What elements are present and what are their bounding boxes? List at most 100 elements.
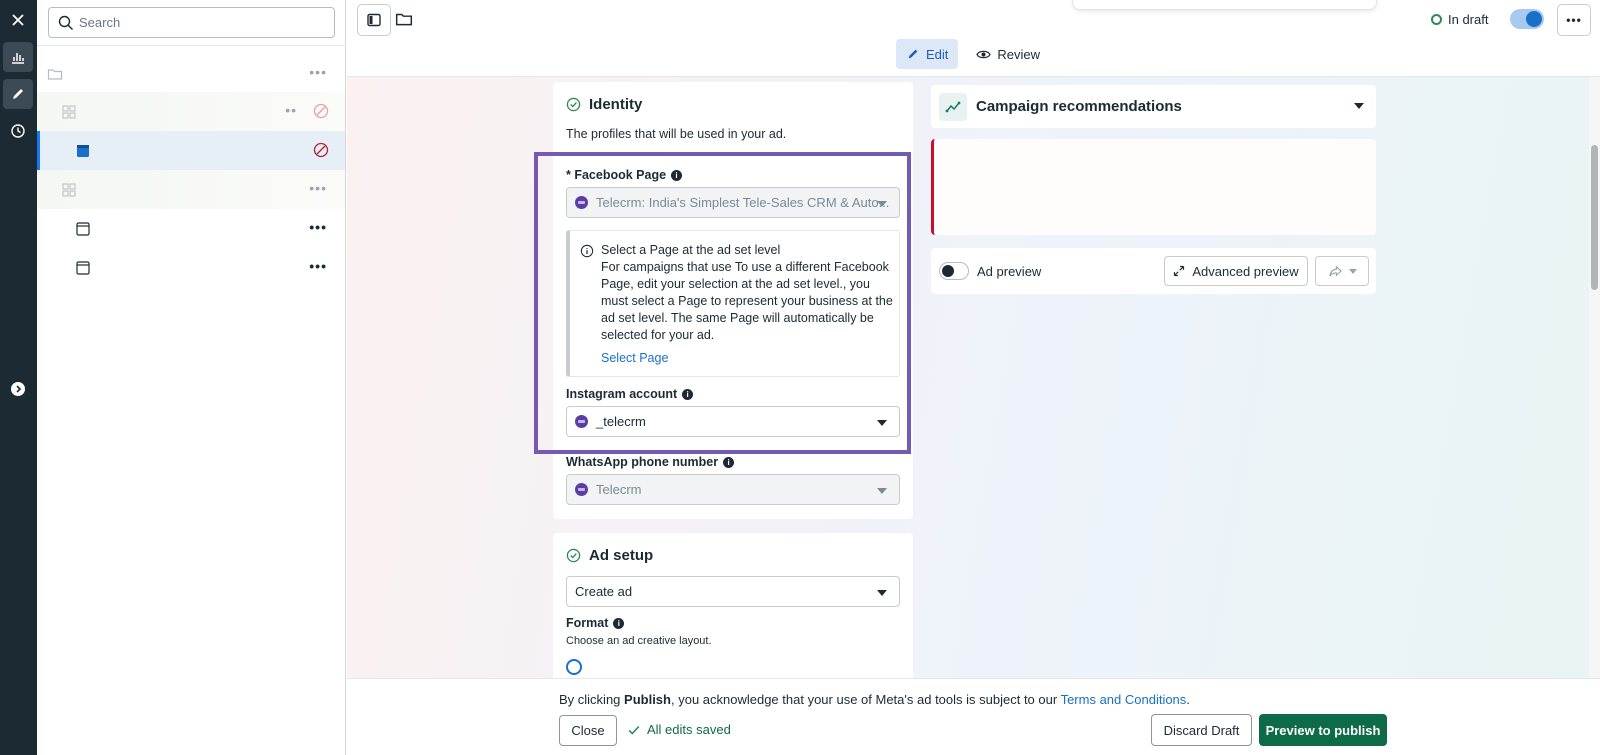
tree-row-adset[interactable]: •• bbox=[37, 92, 345, 131]
more-options-icon[interactable]: ••• bbox=[309, 181, 327, 195]
edit-mode-button[interactable] bbox=[3, 79, 33, 109]
canvas-scrollbar[interactable] bbox=[1589, 77, 1600, 678]
info-outline-icon bbox=[580, 244, 594, 258]
tree-row-adset-2[interactable]: ••• bbox=[37, 170, 345, 209]
facebook-page-label-text: * Facebook Page bbox=[566, 168, 667, 182]
campaign-on-off-toggle[interactable] bbox=[1510, 9, 1544, 29]
whatsapp-number-select[interactable]: Telecrm bbox=[566, 474, 900, 505]
notice-body: For campaigns that use To use a differen… bbox=[601, 260, 893, 342]
eye-icon bbox=[976, 50, 992, 58]
tree-row-ad-2[interactable]: ••• bbox=[37, 209, 345, 248]
terms-bold: Publish bbox=[624, 692, 671, 707]
campaign-tree-panel: Search ••• •• ••• ••• ••• bbox=[37, 0, 346, 755]
instagram-account-value: _telecrm bbox=[596, 414, 646, 429]
chevron-down-icon bbox=[1348, 268, 1357, 274]
close-label: Close bbox=[571, 723, 605, 738]
folder-icon[interactable] bbox=[395, 10, 413, 28]
footer-bar: By clicking Publish, you acknowledge tha… bbox=[347, 678, 1600, 755]
tree-row-ad-selected[interactable] bbox=[37, 131, 345, 170]
expand-panel-button[interactable] bbox=[3, 374, 33, 404]
whatsapp-number-label: WhatsApp phone number i bbox=[566, 455, 735, 469]
close-icon bbox=[12, 14, 24, 26]
popup-edge bbox=[1072, 0, 1377, 10]
facebook-page-value: Telecrm: India's Simplest Tele-Sales CRM… bbox=[596, 195, 890, 210]
format-label: Format i bbox=[566, 616, 625, 630]
more-options-icon[interactable]: ••• bbox=[309, 220, 327, 234]
toggle-sidebar-button[interactable] bbox=[357, 4, 391, 36]
instagram-account-select[interactable]: _telecrm bbox=[566, 406, 900, 437]
chevron-right-icon bbox=[11, 382, 25, 396]
chevron-down-icon bbox=[1354, 103, 1364, 109]
ad-preview-toggle[interactable] bbox=[939, 262, 969, 280]
whatsapp-number-value: Telecrm bbox=[596, 482, 642, 497]
publish-label: Preview to publish bbox=[1265, 722, 1381, 738]
notice-text: Select a Page at the ad set level For ca… bbox=[601, 242, 896, 367]
identity-title-text: Identity bbox=[589, 96, 643, 113]
identity-subtitle: The profiles that will be used in your a… bbox=[566, 127, 787, 141]
toggle-knob bbox=[1526, 11, 1542, 27]
chevron-down-icon bbox=[877, 420, 887, 426]
tab-review[interactable]: Review bbox=[966, 39, 1050, 69]
more-options-icon[interactable]: ••• bbox=[309, 259, 327, 273]
facebook-page-select[interactable]: Telecrm: India's Simplest Tele-Sales CRM… bbox=[566, 187, 900, 218]
ad-outline-icon bbox=[76, 261, 90, 275]
ad-setup-title: Ad setup bbox=[566, 547, 653, 564]
error-icon bbox=[313, 142, 329, 158]
tree-row-campaign[interactable]: ••• bbox=[37, 54, 345, 93]
tab-review-label: Review bbox=[997, 46, 1041, 62]
preview-to-publish-button[interactable]: Preview to publish bbox=[1259, 714, 1387, 746]
ad-setup-select[interactable]: Create ad bbox=[566, 576, 900, 607]
select-page-link[interactable]: Select Page bbox=[601, 350, 896, 367]
grid-icon bbox=[62, 183, 76, 197]
share-preview-button[interactable] bbox=[1315, 256, 1369, 286]
info-icon[interactable]: i bbox=[671, 169, 683, 181]
recommendations-title: Campaign recommendations bbox=[976, 98, 1182, 115]
notice-title: Select a Page at the ad set level bbox=[601, 243, 781, 257]
reporting-button[interactable] bbox=[3, 42, 33, 72]
identity-card: Identity The profiles that will be used … bbox=[553, 82, 913, 519]
draft-status: In draft bbox=[1431, 12, 1488, 27]
scrollbar-thumb[interactable] bbox=[1591, 145, 1598, 290]
instagram-account-label: Instagram account i bbox=[566, 387, 694, 401]
info-icon[interactable]: i bbox=[613, 617, 625, 629]
facebook-page-label: * Facebook Page i bbox=[566, 168, 683, 182]
whatsapp-avatar-icon bbox=[575, 483, 588, 496]
format-radio[interactable] bbox=[566, 659, 582, 675]
tab-edit-label: Edit bbox=[926, 46, 949, 62]
save-status-label: All edits saved bbox=[647, 722, 731, 737]
close-button[interactable] bbox=[3, 5, 33, 35]
whatsapp-label-text: WhatsApp phone number bbox=[566, 455, 719, 469]
page-avatar-icon bbox=[575, 196, 588, 209]
chevron-down-icon bbox=[877, 590, 887, 596]
tree-row-ad-3[interactable]: ••• bbox=[37, 248, 345, 287]
info-icon[interactable]: i bbox=[682, 388, 694, 400]
ad-preview-label: Ad preview bbox=[977, 264, 1042, 279]
more-options-icon[interactable]: •• bbox=[285, 103, 297, 117]
pencil-icon bbox=[13, 89, 23, 99]
more-actions-button[interactable]: ••• bbox=[1557, 4, 1591, 36]
close-footer-button[interactable]: Close bbox=[559, 715, 617, 746]
page-level-notice: Select a Page at the ad set level For ca… bbox=[566, 230, 900, 377]
advanced-preview-label: Advanced preview bbox=[1192, 263, 1299, 279]
terms-middle: , you acknowledge that your use of Meta'… bbox=[670, 692, 1061, 707]
edit-review-tabs: Edit Review bbox=[896, 39, 1050, 69]
terms-prefix: By clicking bbox=[559, 692, 625, 707]
terms-notice: By clicking Publish, you acknowledge tha… bbox=[559, 692, 1190, 707]
discard-draft-button[interactable]: Discard Draft bbox=[1151, 714, 1252, 746]
history-button[interactable] bbox=[3, 116, 33, 146]
share-icon bbox=[1328, 265, 1342, 277]
info-icon[interactable]: i bbox=[723, 456, 735, 468]
tab-edit[interactable]: Edit bbox=[896, 39, 959, 69]
search-input[interactable]: Search bbox=[48, 7, 335, 38]
search-placeholder: Search bbox=[79, 15, 121, 30]
instagram-label-text: Instagram account bbox=[566, 387, 678, 401]
advanced-preview-button[interactable]: Advanced preview bbox=[1164, 256, 1308, 286]
discard-label: Discard Draft bbox=[1163, 722, 1240, 738]
left-rail bbox=[0, 0, 37, 755]
chevron-down-icon bbox=[877, 201, 887, 207]
terms-link[interactable]: Terms and Conditions bbox=[1061, 692, 1187, 707]
more-options-icon[interactable]: ••• bbox=[309, 65, 327, 79]
error-banner-card bbox=[931, 139, 1376, 235]
folder-icon bbox=[47, 69, 63, 80]
campaign-recommendations-card[interactable]: Campaign recommendations bbox=[931, 85, 1376, 128]
